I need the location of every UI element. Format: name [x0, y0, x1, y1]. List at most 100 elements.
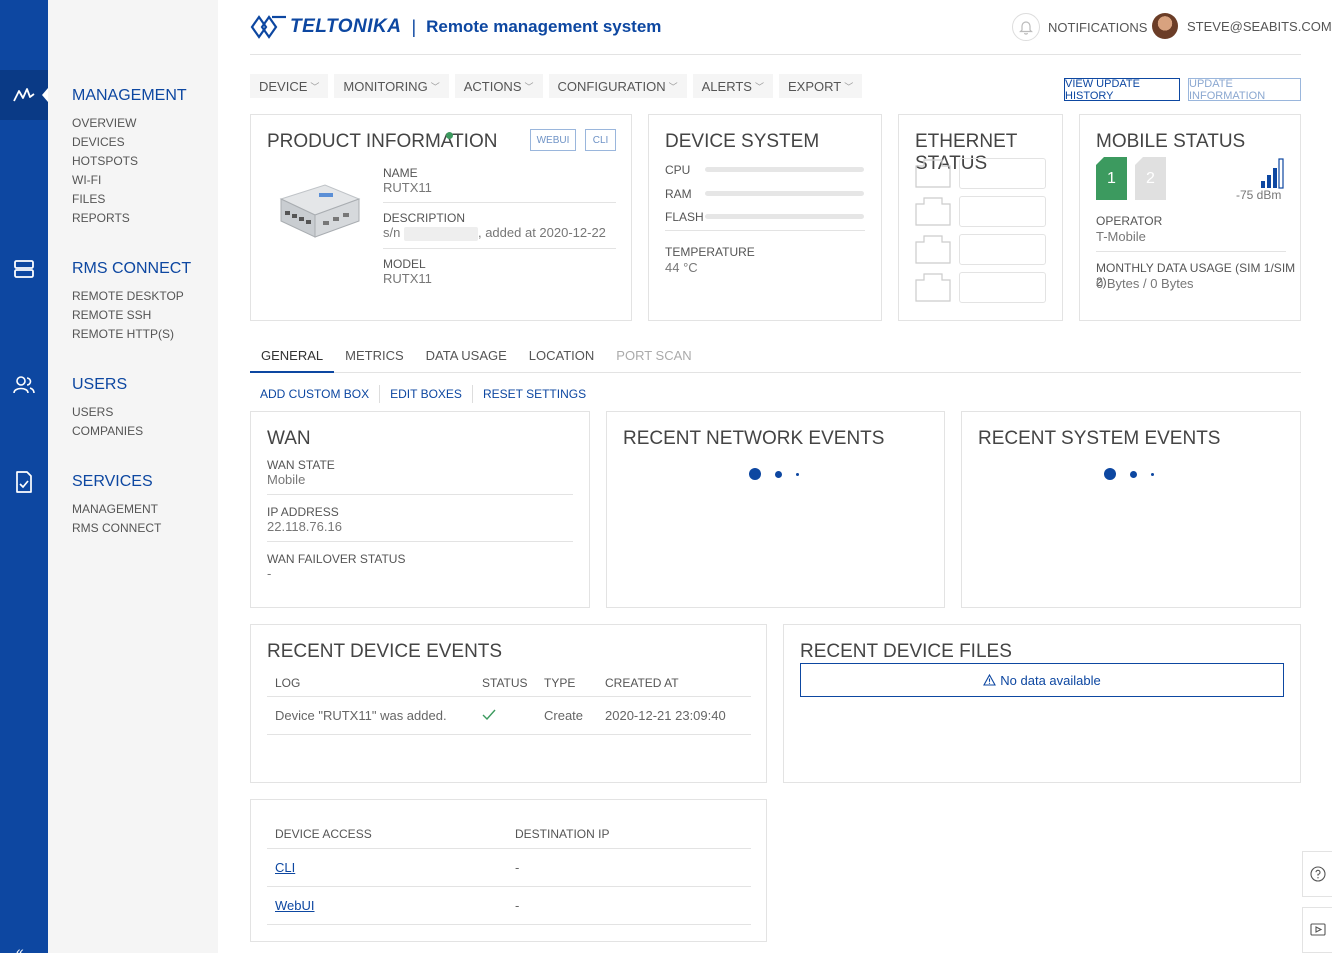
nav-link-devices[interactable]: DEVICES — [72, 133, 187, 152]
bell-icon — [1012, 13, 1040, 41]
nav-link-remote-desktop[interactable]: REMOTE DESKTOP — [72, 287, 191, 306]
nav-link-remote-https[interactable]: REMOTE HTTP(S) — [72, 325, 191, 344]
tab-port-scan: PORT SCAN — [616, 348, 692, 363]
rail-services[interactable] — [0, 457, 48, 507]
model-value: RUTX11 — [383, 270, 432, 286]
menu-export[interactable]: EXPORT ﹀ — [778, 74, 863, 98]
rail-users[interactable] — [0, 360, 48, 410]
wan-state-label: WAN STATE — [267, 458, 335, 472]
tab-general[interactable]: GENERAL — [250, 341, 335, 373]
reset-settings-link[interactable]: RESET SETTINGS — [473, 385, 596, 403]
help-button[interactable] — [1302, 851, 1332, 897]
collapse-icon[interactable]: « — [16, 943, 24, 953]
recent-system-events-card: RECENT SYSTEM EVENTS — [961, 411, 1301, 608]
chevron-down-icon: ﹀ — [310, 81, 320, 92]
ethernet-status-card: ETHERNET STATUS — [898, 114, 1063, 321]
edit-boxes-link[interactable]: EDIT BOXES — [380, 385, 473, 403]
temperature-label: TEMPERATURE — [665, 245, 755, 259]
loading-spinner — [749, 468, 813, 480]
product-information-card: PRODUCT INFORMATION WEBUI CLI NAME RUTX1… — [250, 114, 632, 321]
video-tutorial-button[interactable] — [1302, 907, 1332, 953]
online-status-dot — [446, 132, 453, 139]
brand-logo[interactable]: TELTONIKA | Remote management system — [250, 13, 661, 41]
flash-bar — [705, 214, 864, 219]
temperature-value: 44 °C — [665, 260, 698, 275]
column-type: TYPE — [536, 670, 597, 697]
wan-title: WAN — [267, 428, 311, 449]
nav-link-hotspots[interactable]: HOTSPOTS — [72, 152, 187, 171]
wan-state-value: Mobile — [267, 472, 306, 487]
product-information-title: PRODUCT INFORMATION — [267, 131, 498, 152]
ram-label: RAM — [665, 187, 692, 201]
recent-device-files-title: RECENT DEVICE FILES — [800, 641, 1012, 662]
event-log: Device "RUTX11" was added. — [267, 696, 474, 735]
menu-alerts[interactable]: ALERTS ﹀ — [692, 74, 773, 98]
nav-title-users[interactable]: USERS — [72, 376, 143, 394]
sim1-indicator: 1 — [1096, 157, 1127, 200]
ethernet-port-status — [959, 272, 1046, 303]
services-icon — [16, 471, 32, 493]
rail-management[interactable] — [0, 70, 48, 120]
nav-title-management[interactable]: MANAGEMENT — [72, 87, 187, 105]
nav-link-overview[interactable]: OVERVIEW — [72, 114, 187, 133]
cli-access-link[interactable]: CLI — [275, 860, 295, 875]
tab-data-usage[interactable]: DATA USAGE — [415, 341, 518, 373]
teltonika-logo-icon — [250, 15, 286, 39]
access-cell: CLI — [267, 848, 507, 887]
nav-link-companies[interactable]: COMPANIES — [72, 422, 143, 441]
top-menu: DEVICE ﹀ MONITORING ﹀ ACTIONS ﹀ CONFIGURATI… — [250, 74, 868, 98]
table-row: WebUI - — [267, 886, 751, 925]
menu-actions[interactable]: ACTIONS ﹀ — [454, 74, 543, 98]
ip-address-value: 22.118.76.16 — [267, 519, 342, 534]
webui-button[interactable]: WEBUI — [530, 129, 576, 151]
operator-value: T-Mobile — [1096, 229, 1146, 244]
update-information-button[interactable]: UPDATE INFORMATION — [1188, 78, 1301, 102]
cpu-label: CPU — [665, 163, 691, 177]
nav-title-rms-connect[interactable]: RMS CONNECT — [72, 260, 191, 278]
wan-failover-value: - — [267, 566, 272, 581]
notifications-label: NOTIFICATIONS — [1048, 19, 1148, 35]
notifications-button[interactable]: NOTIFICATIONS — [1012, 13, 1147, 41]
recent-network-events-card: RECENT NETWORK EVENTS — [606, 411, 945, 608]
nav-group-users: USERS USERS COMPANIES — [72, 376, 143, 441]
user-menu[interactable]: STEVE@SEABITS.COM — [1152, 13, 1332, 39]
nav-link-services-management[interactable]: MANAGEMENT — [72, 500, 161, 519]
column-status: STATUS — [474, 670, 536, 697]
recent-network-events-title: RECENT NETWORK EVENTS — [623, 428, 885, 449]
nav-link-files[interactable]: FILES — [72, 190, 187, 209]
nav-link-remote-ssh[interactable]: REMOTE SSH — [72, 306, 191, 325]
management-icon — [13, 88, 35, 102]
menu-device[interactable]: DEVICE ﹀ — [250, 74, 329, 98]
view-update-history-button[interactable]: VIEW UPDATE HISTORY — [1064, 78, 1180, 102]
menu-export-label: EXPORT — [787, 78, 842, 94]
description-label: DESCRIPTION — [383, 211, 466, 225]
nav-link-users[interactable]: USERS — [72, 403, 143, 422]
rail-rms-connect[interactable] — [0, 244, 48, 294]
ethernet-port-status — [959, 158, 1046, 189]
tab-metrics[interactable]: METRICS — [334, 341, 415, 373]
ethernet-port-status — [959, 196, 1046, 227]
nav-link-reports[interactable]: REPORTS — [72, 209, 187, 228]
column-created-at: CREATED AT — [597, 670, 751, 697]
flash-label: FLASH — [665, 210, 704, 224]
add-custom-box-link[interactable]: ADD CUSTOM BOX — [250, 385, 381, 403]
name-value: RUTX11 — [383, 180, 432, 195]
webui-access-link[interactable]: WebUI — [275, 898, 315, 913]
access-cell: WebUI — [267, 886, 507, 925]
cli-button[interactable]: CLI — [585, 129, 616, 151]
device-access-table: DEVICE ACCESS DESTINATION IP CLI - WebUI… — [267, 820, 751, 925]
side-nav: MANAGEMENT OVERVIEW DEVICES HOTSPOTS WI-… — [48, 0, 218, 953]
menu-alerts-label: ALERTS — [701, 78, 752, 94]
device-access-card: DEVICE ACCESS DESTINATION IP CLI - WebUI… — [250, 799, 767, 942]
mobile-status-card: MOBILE STATUS 1 2 -75 dBm OPERATOR T-Mob… — [1079, 114, 1301, 321]
nav-link-wifi[interactable]: WI-FI — [72, 171, 187, 190]
menu-monitoring[interactable]: MONITORING ﹀ — [334, 74, 449, 98]
no-data-alert: No data available — [800, 663, 1284, 697]
menu-configuration[interactable]: CONFIGURATION ﹀ — [548, 74, 687, 98]
nav-title-services[interactable]: SERVICES — [72, 473, 161, 491]
header: TELTONIKA | Remote management system NOT… — [250, 0, 1332, 55]
chevron-down-icon: ﹀ — [754, 81, 764, 92]
brand-subtitle: Remote management system — [426, 17, 662, 36]
nav-link-services-rms-connect[interactable]: RMS CONNECT — [72, 519, 161, 538]
tab-location[interactable]: LOCATION — [518, 341, 606, 373]
